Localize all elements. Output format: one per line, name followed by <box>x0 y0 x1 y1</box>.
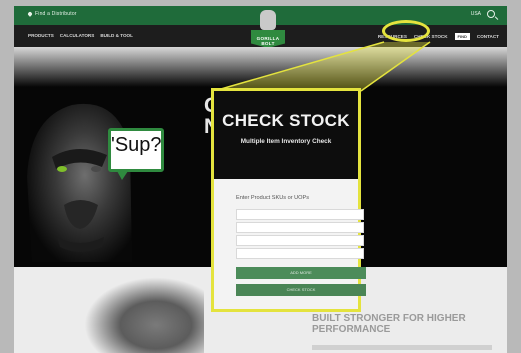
sku-input-4[interactable] <box>236 248 364 259</box>
gorilla-image-secondary <box>84 277 204 353</box>
nav-item-contact[interactable]: CONTACT <box>477 34 499 39</box>
hero-fade <box>14 47 507 87</box>
language-selector[interactable]: USA <box>471 11 481 17</box>
sku-input-label: Enter Product SKUs or UOPs <box>236 195 310 201</box>
lower-heading: BUILT STRONGER FOR HIGHER PERFORMANCE <box>312 313 466 335</box>
sku-input-3[interactable] <box>236 235 364 246</box>
location-pin-icon <box>27 10 33 17</box>
check-stock-title: CHECK STOCK <box>222 111 350 130</box>
check-stock-subtitle: Multiple Item Inventory Check <box>240 138 332 145</box>
check-stock-highlight-ring <box>382 20 430 42</box>
sku-input-2[interactable] <box>236 222 364 233</box>
search-icon[interactable] <box>487 10 495 18</box>
lower-body-text <box>312 345 492 350</box>
sku-input-1[interactable] <box>236 209 364 220</box>
logo-text: GORILLA BOLT <box>256 36 280 46</box>
sup-speech-bubble: 'Sup? <box>108 128 164 180</box>
check-stock-panel: CHECK STOCK Multiple Item Inventory Chec… <box>211 88 366 312</box>
sup-text: 'Sup? <box>111 134 162 156</box>
nav-item-calculators[interactable]: CALCULATORS <box>60 33 95 38</box>
topbar-right: USA <box>471 10 495 18</box>
gorilla-image <box>27 103 132 262</box>
nav-item-build-tool[interactable]: BUILD & TOOL <box>100 33 133 38</box>
find-distributor-label: Find a Distributor <box>35 11 77 17</box>
add-more-button[interactable]: ADD MORE <box>236 267 366 279</box>
nav-find-box[interactable]: FIND <box>454 33 470 40</box>
check-stock-header: CHECK STOCK Multiple Item Inventory Chec… <box>214 91 358 179</box>
gorilla-bolt-logo[interactable]: GORILLA BOLT <box>248 10 288 52</box>
check-stock-button[interactable]: CHECK STOCK <box>236 284 366 296</box>
nav-left-group: PRODUCTS CALCULATORS BUILD & TOOL <box>28 33 133 38</box>
find-distributor-link[interactable]: Find a Distributor <box>27 10 77 17</box>
logo-gorilla-head-icon <box>260 10 276 30</box>
speech-bubble-tail <box>117 171 128 180</box>
nav-item-products[interactable]: PRODUCTS <box>28 33 54 38</box>
